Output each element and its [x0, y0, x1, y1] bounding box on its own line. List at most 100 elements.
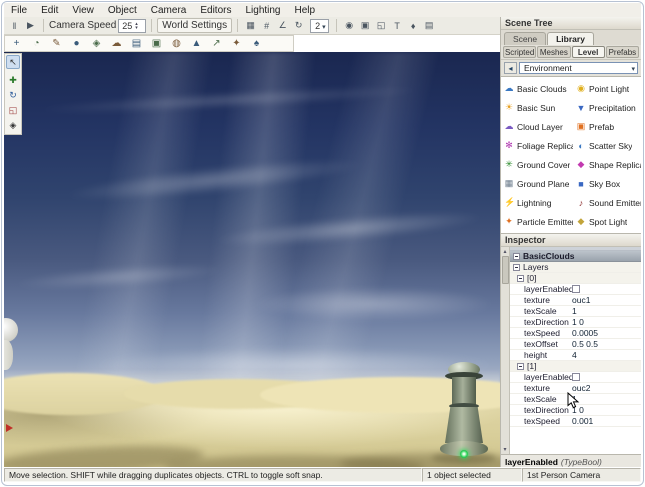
cloud-icon[interactable]: ☁: [107, 37, 126, 51]
library-item-sound-emitter[interactable]: ♪Sound Emitter: [573, 193, 641, 212]
back-button[interactable]: [504, 62, 517, 74]
subtab-prefabs[interactable]: Prefabs: [606, 46, 639, 58]
inspector-property-value[interactable]: 0.001: [572, 416, 593, 426]
inspector-property-value[interactable]: 1 0: [572, 317, 584, 327]
library-item-spot-light[interactable]: ◆Spot Light: [573, 212, 641, 231]
tab-scene[interactable]: Scene: [504, 32, 546, 45]
collapse-icon[interactable]: [513, 253, 520, 260]
camera-speed-input[interactable]: 25: [118, 19, 146, 33]
inspector-property-row[interactable]: texDirection1 0: [510, 317, 641, 328]
subtab-level[interactable]: Level: [572, 46, 605, 58]
category-row: Environment: [501, 60, 641, 76]
subtab-scripted[interactable]: Scripted: [503, 46, 536, 58]
subtab-meshes[interactable]: Meshes: [537, 46, 570, 58]
spinner-arrows-icon[interactable]: [135, 22, 138, 30]
box-icon[interactable]: ▤: [127, 37, 146, 51]
library-item-shape-replicator[interactable]: ◆Shape Replicator: [573, 155, 641, 174]
menu-item-lighting[interactable]: Lighting: [238, 5, 287, 16]
inspector-property-row[interactable]: layerEnabled: [510, 284, 641, 295]
inspector-group-row[interactable]: [1]: [510, 361, 641, 372]
scroll-up-icon[interactable]: [503, 247, 506, 256]
inspector-scrollbar[interactable]: [501, 247, 510, 454]
pause-icon[interactable]: ‖: [7, 19, 22, 33]
inspector-property-row[interactable]: texSpeed0.001: [510, 416, 641, 427]
rotate-tool-icon[interactable]: ↻: [6, 88, 20, 102]
move-tool-icon[interactable]: ✚: [6, 73, 20, 87]
cloud-layer-icon: ☁: [504, 121, 514, 132]
category-dropdown[interactable]: Environment: [519, 62, 638, 74]
scale-tool-icon[interactable]: ◱: [6, 103, 20, 117]
inspector-property-value[interactable]: 4: [572, 350, 577, 360]
editor-settings-icon[interactable]: ▤: [422, 19, 437, 33]
layer-enabled-checkbox[interactable]: [572, 373, 580, 381]
orb-icon[interactable]: ◍: [167, 37, 186, 51]
inspector-property-row[interactable]: texScale1: [510, 306, 641, 317]
bounds-icon[interactable]: ◱: [374, 19, 389, 33]
pointer-icon[interactable]: ↗: [207, 37, 226, 51]
axis-gizmo-icon[interactable]: +: [7, 37, 26, 51]
viewport-3d[interactable]: [4, 52, 500, 467]
scroll-down-icon[interactable]: [503, 445, 506, 454]
world-icon[interactable]: ♦: [406, 19, 421, 33]
menu-item-help[interactable]: Help: [288, 5, 323, 16]
library-item-particle-emitter[interactable]: ✦Particle Emitter: [501, 212, 573, 231]
sphere-icon[interactable]: ●: [67, 37, 86, 51]
inspector-property-value[interactable]: 1: [572, 306, 577, 316]
library-item-ground-cover[interactable]: ✳Ground Cover: [501, 155, 573, 174]
inspector-property-row[interactable]: height4: [510, 350, 641, 361]
grid-snap-icon[interactable]: #: [259, 19, 274, 33]
inspector-property-row[interactable]: textureouc1: [510, 295, 641, 306]
inspector-object-row[interactable]: BasicClouds: [510, 251, 641, 262]
library-item-point-light[interactable]: ◉Point Light: [573, 79, 641, 98]
collapse-icon[interactable]: [513, 264, 520, 271]
shield-icon[interactable]: ◈: [87, 37, 106, 51]
collapse-icon[interactable]: [517, 275, 524, 282]
pencil-icon[interactable]: ✎: [47, 37, 66, 51]
snap-size-dropdown[interactable]: 2: [310, 19, 329, 33]
snap-tool-icon[interactable]: ◈: [6, 118, 20, 132]
world-settings-button[interactable]: World Settings: [157, 18, 232, 33]
library-item-basic-clouds[interactable]: ☁Basic Clouds: [501, 79, 573, 98]
inspector-property-value[interactable]: 0.0005: [572, 328, 598, 338]
library-item-basic-sun[interactable]: ☀Basic Sun: [501, 98, 573, 117]
select-tool-icon[interactable]: ↖: [6, 55, 20, 69]
menu-item-editors[interactable]: Editors: [193, 5, 238, 16]
library-item-sky-box[interactable]: ■Sky Box: [573, 174, 641, 193]
text-tool-icon[interactable]: T: [390, 19, 405, 33]
menu-item-file[interactable]: File: [4, 5, 34, 16]
tab-library[interactable]: Library: [547, 32, 594, 45]
camera-icon[interactable]: ▣: [358, 19, 373, 33]
inspector-property-value[interactable]: 0.5 0.5: [572, 339, 598, 349]
terrain-icon[interactable]: ▲: [187, 37, 206, 51]
scene-object-tower[interactable]: [440, 362, 488, 466]
inspector-group-row[interactable]: [0]: [510, 273, 641, 284]
menu-item-camera[interactable]: Camera: [144, 5, 194, 16]
inspector-property-row[interactable]: texOffset0.5 0.5: [510, 339, 641, 350]
rotate-snap-icon[interactable]: ↻: [291, 19, 306, 33]
library-item-scatter-sky[interactable]: ◐Scatter Sky: [573, 136, 641, 155]
crate-icon[interactable]: ▣: [147, 37, 166, 51]
menu-item-edit[interactable]: Edit: [34, 5, 65, 16]
inspector-property-row[interactable]: texSpeed0.0005: [510, 328, 641, 339]
layer-enabled-checkbox[interactable]: [572, 285, 580, 293]
library-item-lightning[interactable]: ⚡Lightning: [501, 193, 573, 212]
collapse-icon[interactable]: [517, 363, 524, 370]
scrollbar-thumb[interactable]: [502, 256, 509, 284]
menu-item-object[interactable]: Object: [101, 5, 144, 16]
library-item-foliage-replicator[interactable]: ✻Foliage Replicator: [501, 136, 573, 155]
inspector-property-value[interactable]: ouc1: [572, 295, 590, 305]
library-item-precipitation[interactable]: ▼Precipitation: [573, 98, 641, 117]
angle-snap-icon[interactable]: ∠: [275, 19, 290, 33]
library-item-ground-plane[interactable]: ▦Ground Plane: [501, 174, 573, 193]
library-item-prefab[interactable]: ▣Prefab: [573, 117, 641, 136]
play-icon[interactable]: ▶: [23, 19, 38, 33]
library-item-cloud-layer[interactable]: ☁Cloud Layer: [501, 117, 573, 136]
spade-icon[interactable]: ♠: [247, 37, 266, 51]
star-icon[interactable]: ✦: [227, 37, 246, 51]
inspector-group-row[interactable]: Layers: [510, 262, 641, 273]
ruler-icon[interactable]: ▦: [243, 19, 258, 33]
inspector-property-row[interactable]: layerEnabled: [510, 372, 641, 383]
visibility-icon[interactable]: ◉: [342, 19, 357, 33]
protractor-icon[interactable]: ◔: [27, 37, 46, 51]
menu-item-view[interactable]: View: [65, 5, 101, 16]
